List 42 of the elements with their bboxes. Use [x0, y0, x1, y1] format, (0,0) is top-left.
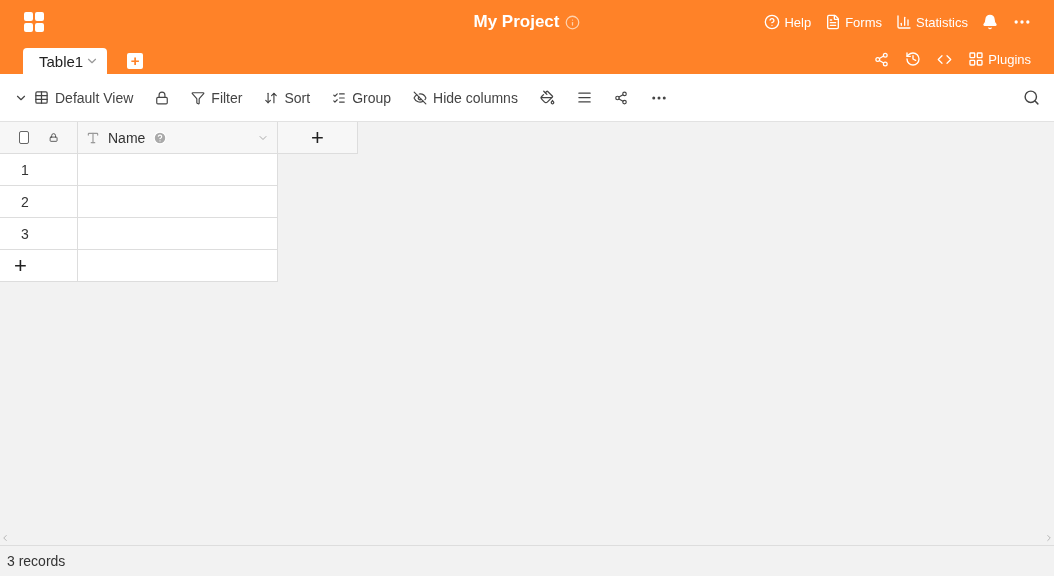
help-icon [153, 130, 168, 145]
table-cell[interactable] [78, 154, 278, 186]
toolbar-button[interactable]: Hide columns [413, 89, 518, 106]
row-height-icon[interactable] [576, 90, 592, 105]
eye-off-icon [413, 90, 428, 105]
text-type-icon [86, 130, 100, 145]
scroll-left-icon[interactable] [0, 533, 10, 543]
table-icon [34, 90, 49, 105]
bar-chart-icon [896, 14, 912, 30]
search-icon[interactable] [1023, 89, 1040, 106]
toolbar-button[interactable]: Group [332, 89, 392, 106]
row-number: 1 [21, 161, 29, 178]
list-icon [332, 90, 347, 105]
row-number: 3 [21, 225, 29, 242]
lock-icon[interactable] [48, 131, 58, 144]
select-all-checkbox[interactable] [19, 131, 29, 144]
scroll-right-icon[interactable] [1044, 533, 1054, 543]
lock-icon[interactable] [155, 90, 170, 105]
table-cell[interactable] [78, 218, 278, 250]
history-icon[interactable] [905, 51, 922, 67]
toolbar-button[interactable]: Sort [264, 89, 311, 106]
row-number: 2 [21, 193, 29, 210]
toolbar-button[interactable]: Filter [191, 89, 243, 106]
add-row-button[interactable]: + [14, 254, 27, 277]
sort-icon [264, 90, 279, 105]
record-count: 3 records [7, 553, 66, 569]
filter-icon [191, 90, 206, 105]
share-icon[interactable] [613, 90, 628, 105]
paint-bucket-icon[interactable] [539, 90, 555, 105]
apps-grid-icon[interactable] [22, 10, 46, 34]
plugins-icon [968, 51, 985, 67]
add-column-button[interactable]: + [311, 126, 324, 149]
view-selector[interactable]: Default View [14, 89, 134, 106]
info-icon[interactable] [565, 14, 581, 30]
table-cell[interactable] [78, 186, 278, 218]
project-title: My Project [473, 12, 560, 32]
table-tab[interactable]: Table1 [23, 48, 108, 74]
column-header[interactable]: Name [78, 122, 278, 154]
bell-icon[interactable] [982, 14, 998, 30]
help-icon [764, 14, 781, 30]
new-row-cell[interactable] [78, 250, 278, 282]
form-icon [825, 14, 842, 30]
